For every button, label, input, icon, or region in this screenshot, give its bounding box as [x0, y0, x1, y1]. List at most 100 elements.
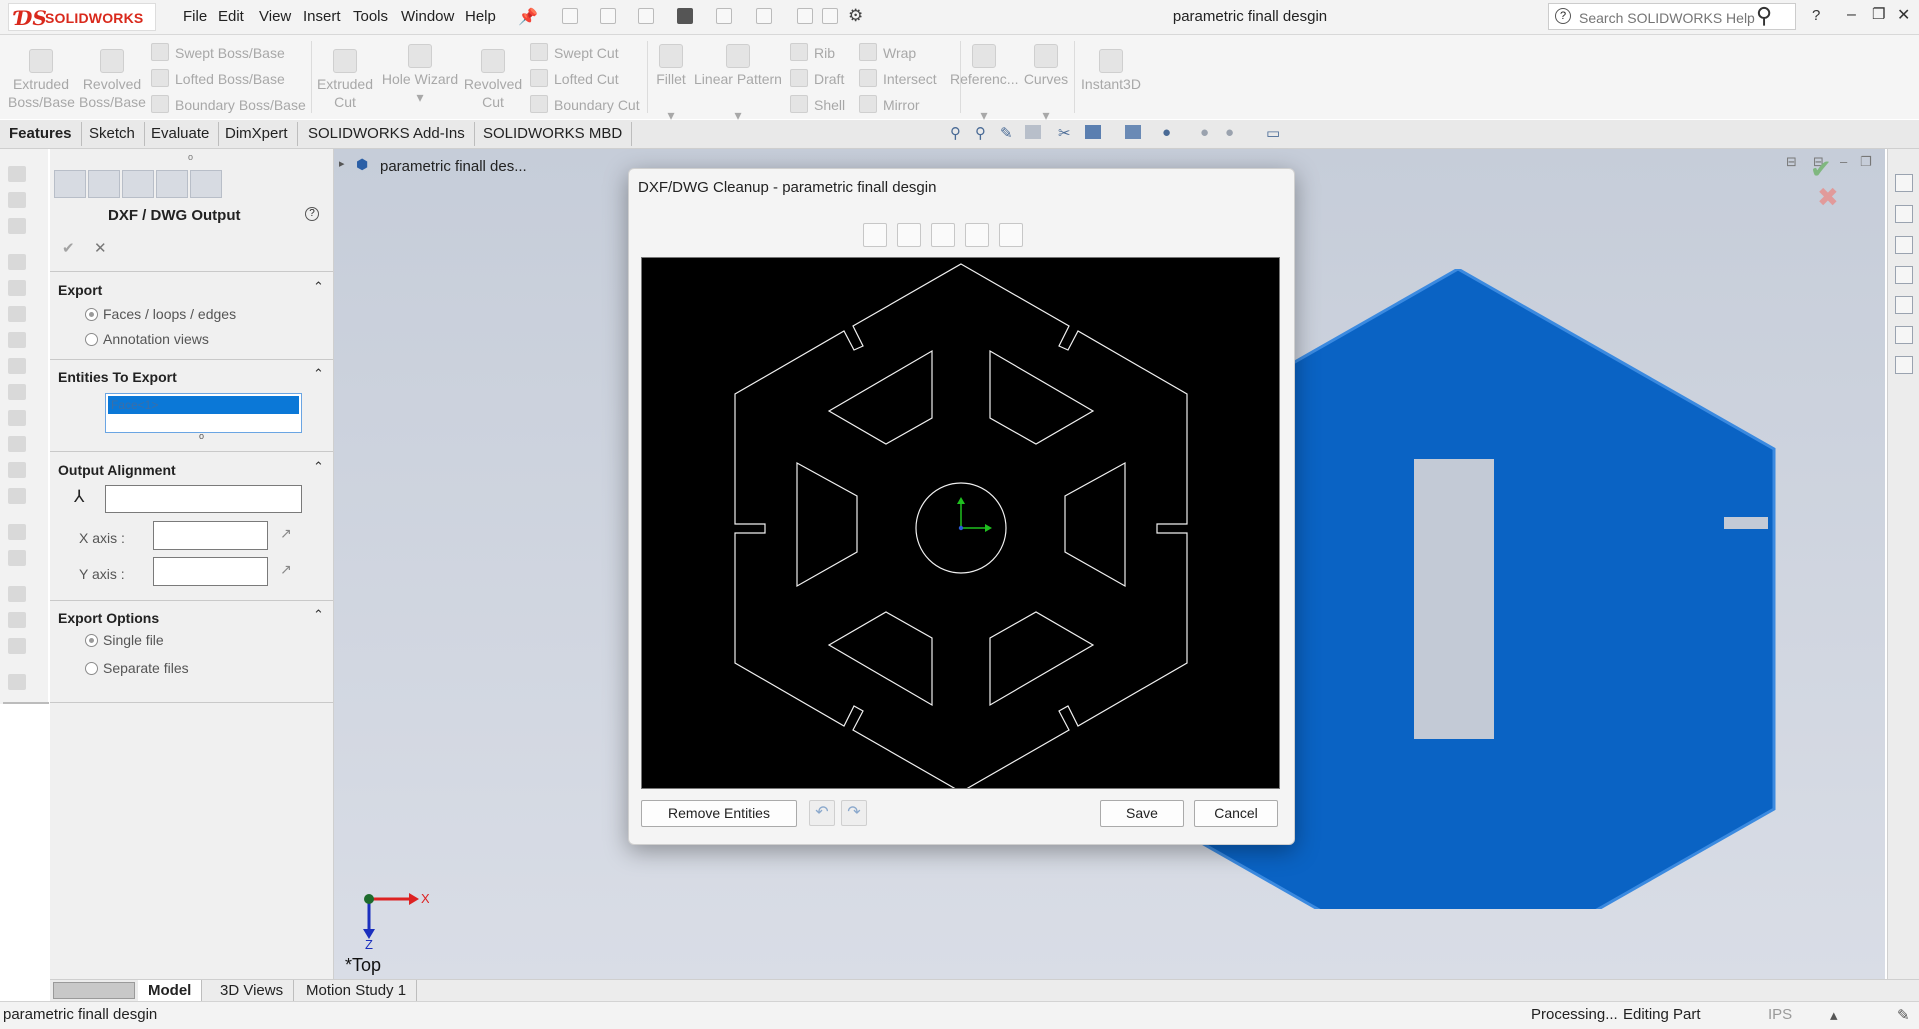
section-view-icon[interactable] [1025, 125, 1041, 139]
instant3d-button[interactable]: Instant3D [1078, 49, 1144, 93]
menu-view[interactable]: View [259, 8, 291, 25]
help-icon[interactable]: ? [305, 207, 319, 221]
sketch-tool-icon[interactable] [8, 550, 26, 566]
view-orientation-icon[interactable] [1085, 125, 1101, 139]
edit-appearance-icon[interactable]: ● [1200, 124, 1209, 141]
swept-cut-button[interactable]: Swept Cut [530, 43, 619, 61]
zoom-in-icon[interactable] [897, 223, 921, 247]
extruded-cut-button[interactable]: Extruded Cut [312, 49, 378, 111]
boundary-cut-button[interactable]: Boundary Cut [530, 95, 640, 113]
forum-icon[interactable] [1895, 356, 1913, 374]
view-settings-icon[interactable]: ▭ [1266, 124, 1280, 142]
home-icon[interactable] [1895, 174, 1913, 192]
confirm-check-icon[interactable]: ✔ [1810, 154, 1832, 185]
zoom-to-fit-icon[interactable] [965, 223, 989, 247]
intersect-button[interactable]: Intersect [859, 69, 937, 87]
entities-list[interactable]: Face<1> [105, 393, 302, 433]
zoom-to-area-icon[interactable]: ⚲ [975, 124, 986, 142]
file-explorer-icon[interactable] [1895, 266, 1913, 284]
open-document-icon[interactable] [600, 8, 616, 24]
lofted-cut-button[interactable]: Lofted Cut [530, 69, 619, 87]
options-gear-icon[interactable]: ⚙ [848, 6, 863, 26]
help-search-input[interactable] [1577, 9, 1761, 27]
sketch-tool-icon[interactable] [8, 192, 26, 208]
tab-addins[interactable]: SOLIDWORKS Add-Ins [299, 122, 475, 146]
zoom-to-area-icon[interactable] [931, 223, 955, 247]
origin-field[interactable] [105, 485, 302, 513]
tab-3d-views[interactable]: 3D Views [210, 980, 295, 1001]
preview-canvas[interactable] [641, 257, 1280, 793]
tab-features[interactable]: Features [0, 122, 82, 146]
window-restore-icon[interactable]: ❐ [1860, 154, 1872, 170]
print-icon[interactable] [677, 8, 693, 24]
fillet-button[interactable]: Fillet ▾ [652, 44, 690, 124]
splitter-handle[interactable]: o [188, 152, 193, 162]
sketch-tool-icon[interactable] [8, 332, 26, 348]
radio-annotation-views[interactable] [85, 333, 98, 346]
pocket-right[interactable] [1064, 461, 1126, 588]
undo-icon[interactable]: ↶ [809, 800, 835, 826]
sketch-tool-icon[interactable] [8, 410, 26, 426]
collapse-chevron-icon[interactable]: ⌃ [313, 279, 324, 295]
reverse-direction-icon[interactable]: ↗ [280, 525, 292, 542]
pin-icon[interactable]: 📌 [518, 7, 538, 27]
pocket-top-right[interactable] [989, 349, 1095, 445]
ok-check-icon[interactable]: ✔ [62, 239, 75, 257]
menu-file[interactable]: File [183, 8, 207, 25]
window-minimize-icon[interactable]: – [1840, 154, 1847, 169]
tab-sketch[interactable]: Sketch [80, 122, 145, 146]
cancel-x-icon[interactable]: ✕ [94, 239, 107, 257]
wrap-button[interactable]: Wrap [859, 43, 916, 61]
undo-icon[interactable] [716, 8, 732, 24]
select-icon[interactable] [756, 8, 772, 24]
sketch-tool-icon[interactable] [8, 384, 26, 400]
hole-wizard-button[interactable]: Hole Wizard ▾ [380, 44, 460, 106]
menu-help[interactable]: Help [465, 8, 496, 25]
tab-feature-manager[interactable] [54, 170, 86, 198]
extruded-boss-button[interactable]: Extruded Boss/Base [8, 49, 75, 111]
tab-display-manager[interactable] [190, 170, 222, 198]
file-properties-icon[interactable] [822, 8, 838, 24]
radio-faces-loops-edges[interactable] [85, 308, 98, 321]
sketch-tool-icon[interactable] [8, 166, 26, 182]
customize-status-icon[interactable]: ✎ [1897, 1006, 1910, 1024]
units-dropdown-icon[interactable]: ▴ [1830, 1006, 1838, 1024]
shell-button[interactable]: Shell [790, 95, 845, 113]
swept-boss-button[interactable]: Swept Boss/Base [151, 43, 285, 61]
reverse-direction-icon[interactable]: ↗ [280, 561, 292, 578]
zoom-to-fit-icon[interactable]: ⚲ [950, 124, 961, 142]
sketch-tool-icon[interactable] [8, 638, 26, 654]
sketch-tool-icon[interactable] [8, 462, 26, 478]
sketch-tool-icon[interactable] [8, 218, 26, 234]
save-button[interactable]: Save [1100, 800, 1184, 827]
cancel-button[interactable]: Cancel [1194, 800, 1278, 827]
radio-separate-files[interactable] [85, 662, 98, 675]
collapse-chevron-icon[interactable]: ⌃ [313, 607, 324, 623]
close-icon[interactable]: ✕ [1897, 5, 1910, 25]
solidworks-logo[interactable]: ƊS SOLIDWORKS [8, 3, 156, 31]
sketch-tool-icon[interactable] [8, 674, 26, 690]
dxf-preview-drawing[interactable] [642, 258, 1279, 793]
rebuild-icon[interactable] [797, 8, 813, 24]
reference-geometry-button[interactable]: Referenc... ▾ [950, 44, 1018, 124]
tab-property-manager[interactable] [88, 170, 120, 198]
status-units[interactable]: IPS [1768, 1006, 1792, 1023]
sketch-tool-icon[interactable] [8, 524, 26, 540]
new-document-icon[interactable] [562, 8, 578, 24]
mirror-button[interactable]: Mirror [859, 95, 920, 113]
resources-icon[interactable] [1895, 205, 1913, 223]
menu-insert[interactable]: Insert [303, 8, 341, 25]
redo-icon[interactable]: ↷ [841, 800, 867, 826]
minimize-icon[interactable]: – [1847, 6, 1856, 24]
graphics-area[interactable]: ▸ ⬢ parametric finall des... ⊟ ⊟ – ❐ ✕ ✔… [334, 149, 1906, 979]
dynamic-annotation-icon[interactable]: ✂ [1058, 124, 1071, 142]
display-style-icon[interactable] [1125, 125, 1141, 139]
collapse-chevron-icon[interactable]: ⌃ [313, 366, 324, 382]
lofted-boss-button[interactable]: Lofted Boss/Base [151, 69, 285, 87]
save-icon[interactable] [638, 8, 654, 24]
pocket-bottom-left[interactable] [827, 611, 933, 707]
tab-mbd[interactable]: SOLIDWORKS MBD [474, 122, 633, 146]
sketch-tool-icon[interactable] [8, 586, 26, 602]
pan-icon[interactable] [999, 223, 1023, 247]
tab-dimxpert-manager[interactable] [156, 170, 188, 198]
